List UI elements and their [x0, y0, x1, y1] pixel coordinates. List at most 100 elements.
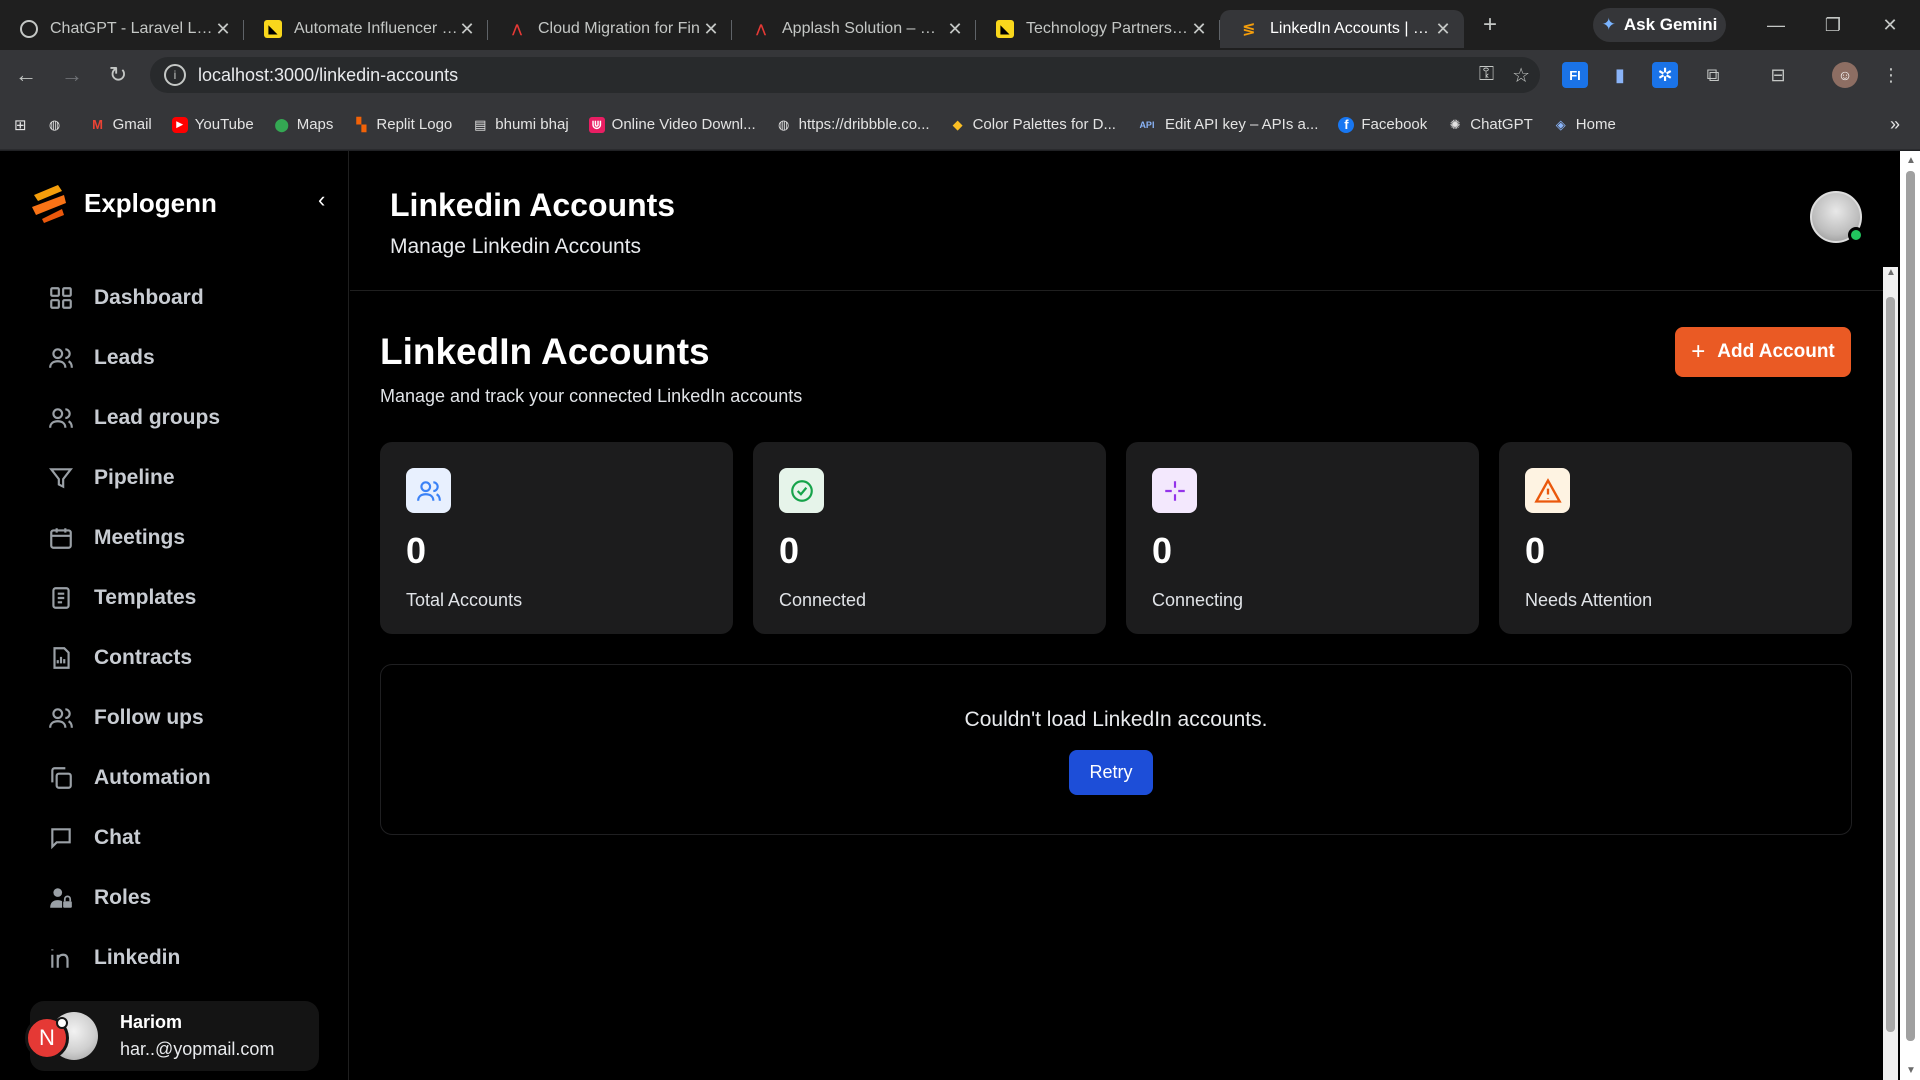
scroll-down-icon[interactable]: ▼: [1906, 1065, 1916, 1076]
page-title: LinkedIn Accounts: [380, 331, 710, 372]
sidebar-item-follow-ups[interactable]: Follow ups: [28, 688, 328, 748]
bookmark-bhumi[interactable]: ▤ bhumi bhaj: [472, 116, 569, 133]
tab-search-icon[interactable]: ⊟: [1765, 62, 1791, 88]
scroll-up-icon[interactable]: ▲: [1906, 155, 1916, 166]
notification-badge[interactable]: N: [25, 1016, 69, 1060]
bookmark-dribbble[interactable]: ◍ https://dribbble.co...: [776, 116, 930, 133]
tab-title: Cloud Migration for Fin: [538, 20, 700, 37]
brand-name: Explogenn: [84, 187, 217, 218]
page-scrollbar[interactable]: ▲ ▼: [1900, 151, 1920, 1080]
bookmark-label: bhumi bhaj: [495, 116, 569, 133]
sidebar-item-label: Follow ups: [94, 706, 204, 729]
sidebar-item-roles[interactable]: Roles: [28, 868, 328, 928]
profile-avatar-icon[interactable]: ☺: [1832, 62, 1858, 88]
stat-label: Needs Attention: [1525, 590, 1653, 610]
scroll-thumb[interactable]: [1886, 297, 1895, 1032]
window-close-icon[interactable]: ✕: [1862, 0, 1918, 50]
menu-kebab-icon[interactable]: ⋮: [1878, 62, 1904, 88]
bookmark-chatgpt[interactable]: ✺ ChatGPT: [1447, 116, 1533, 133]
sidebar-item-meetings[interactable]: Meetings: [28, 508, 328, 568]
sidebar-item-templates[interactable]: Templates: [28, 568, 328, 628]
browser-tab[interactable]: ◣ Technology Partners for ✕: [976, 10, 1220, 48]
stat-label: Connecting: [1152, 590, 1244, 610]
retry-button[interactable]: Retry: [1069, 750, 1153, 795]
restore-icon[interactable]: ❐: [1805, 0, 1861, 50]
bookmarks-bar: ⊞ ◍ M Gmail ▶ YouTube ⬤ Maps ▚ Replit Logo ▤…: [0, 100, 1920, 150]
browser-tab[interactable]: ⋀ Applash Solution – Mob ✕: [732, 10, 976, 48]
sidebar-item-contracts[interactable]: Contracts: [28, 628, 328, 688]
app-page: Explogenn ‹ Dashboard Leads Lead groups …: [0, 151, 1920, 1080]
bookmark-facebook[interactable]: f Facebook: [1338, 116, 1427, 133]
extension-fi-icon[interactable]: FI: [1562, 62, 1588, 88]
extension-docs-icon[interactable]: ▮: [1607, 62, 1633, 88]
collapse-sidebar-icon[interactable]: ‹: [318, 187, 325, 213]
bookmark-star-icon[interactable]: ☆: [1512, 63, 1530, 88]
bookmark-replit[interactable]: ▚ Replit Logo: [353, 116, 452, 133]
sidebar-item-pipeline[interactable]: Pipeline: [28, 448, 328, 508]
chat-icon: [51, 828, 71, 850]
scroll-thumb[interactable]: [1906, 171, 1915, 1041]
site-info-icon[interactable]: i: [164, 64, 186, 86]
bookmark-label: Maps: [296, 116, 334, 133]
add-account-label: Add Account: [1717, 341, 1835, 362]
minimize-icon[interactable]: —: [1748, 0, 1804, 50]
browser-tab[interactable]: ◣ Automate Influencer Ma ✕: [244, 10, 488, 48]
user-card[interactable]: N Hariom har..@yopmail.com: [25, 1001, 319, 1071]
address-bar[interactable]: i localhost:3000/linkedin-accounts ⚿ ☆: [150, 57, 1540, 93]
back-icon[interactable]: ←: [6, 55, 46, 95]
globe-icon: ◍: [777, 116, 790, 132]
header-avatar[interactable]: [1810, 191, 1864, 243]
extensions-puzzle-icon[interactable]: ⧉: [1700, 62, 1726, 88]
api-icon: API: [1139, 119, 1155, 130]
sidebar-item-dashboard[interactable]: Dashboard: [28, 268, 328, 328]
stat-label: Total Accounts: [406, 590, 523, 610]
stat-value: 0: [779, 530, 800, 571]
bookmark-globe[interactable]: ◍: [47, 117, 70, 133]
sidebar-item-label: Contracts: [94, 646, 193, 669]
close-icon[interactable]: ✕: [702, 19, 720, 40]
close-icon[interactable]: ✕: [1190, 19, 1208, 40]
bookmark-label: Edit API key – APIs a...: [1164, 116, 1319, 133]
extension-gear-icon[interactable]: ✲: [1652, 62, 1678, 88]
bookmark-video[interactable]: ⋓ Online Video Downl...: [588, 116, 756, 133]
ask-gemini-button[interactable]: ✦ Ask Gemini: [1593, 8, 1726, 42]
maps-icon: ⬤: [274, 116, 289, 132]
sidebar-item-label: Dashboard: [94, 286, 204, 309]
sidebar-item-lead-groups[interactable]: Lead groups: [28, 388, 328, 448]
forward-icon[interactable]: →: [52, 55, 92, 95]
main-scrollbar[interactable]: ▲: [1883, 267, 1898, 1080]
add-account-button[interactable]: + Add Account: [1675, 327, 1851, 377]
sidebar-item-label: Roles: [94, 886, 152, 909]
bookmark-youtube[interactable]: ▶ YouTube: [171, 116, 254, 133]
bookmark-maps[interactable]: ⬤ Maps: [274, 116, 334, 133]
bookmark-api[interactable]: API Edit API key – APIs a...: [1136, 116, 1318, 133]
bookmark-label: Home: [1575, 116, 1616, 133]
close-icon[interactable]: ✕: [1434, 19, 1452, 40]
bookmark-home[interactable]: ◈ Home: [1553, 116, 1616, 133]
more-bookmarks-icon[interactable]: »: [1890, 114, 1900, 135]
password-key-icon[interactable]: ⚿: [1479, 63, 1494, 88]
browser-tab[interactable]: ⋀ Cloud Migration for Fin ✕: [488, 10, 732, 48]
sidebar-item-leads[interactable]: Leads: [28, 328, 328, 388]
scroll-up-icon[interactable]: ▲: [1886, 267, 1896, 278]
tab-title: Applash Solution – Mob: [782, 20, 946, 37]
tab-title: ChatGPT - Laravel Learn: [50, 20, 214, 37]
applash-icon: ⋀: [511, 22, 523, 36]
sidebar-item-chat[interactable]: Chat: [28, 808, 328, 868]
apps-grid-icon[interactable]: ⊞: [14, 116, 27, 134]
sidebar: Explogenn ‹ Dashboard Leads Lead groups …: [0, 151, 349, 1080]
new-tab-button[interactable]: +: [1470, 11, 1510, 39]
close-icon[interactable]: ✕: [214, 19, 232, 40]
sidebar-item-automation[interactable]: Automation: [28, 748, 328, 808]
bookmark-palettes[interactable]: ◆ Color Palettes for D...: [950, 116, 1116, 133]
close-icon[interactable]: ✕: [458, 19, 476, 40]
sidebar-item-label: Lead groups: [94, 406, 221, 429]
sidebar-item-linkedin[interactable]: Linkedin: [28, 928, 328, 988]
reload-icon[interactable]: ↻: [98, 55, 138, 95]
close-icon[interactable]: ✕: [946, 19, 964, 40]
bookmark-gmail[interactable]: M Gmail: [90, 116, 152, 133]
browser-tab-active[interactable]: ≶ LinkedIn Accounts | Exp ✕: [1220, 10, 1464, 48]
browser-tab[interactable]: ChatGPT - Laravel Learn ✕: [0, 10, 244, 48]
flag-icon: ◣: [996, 20, 1014, 38]
brand[interactable]: Explogenn: [28, 181, 217, 225]
